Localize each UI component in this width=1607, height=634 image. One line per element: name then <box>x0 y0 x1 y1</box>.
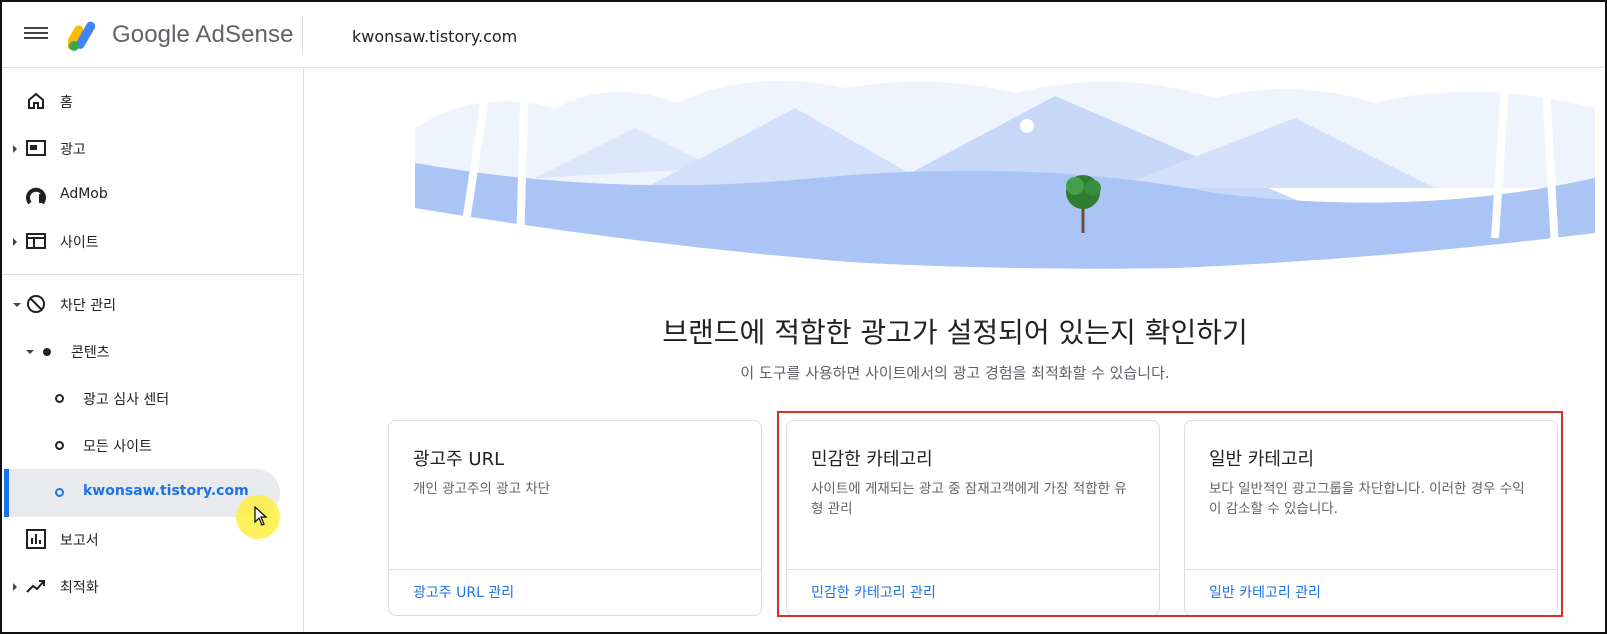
card-title: 광고주 URL <box>413 449 505 470</box>
top-bar: Google AdSense kwonsaw.tistory.com <box>2 2 1605 68</box>
sidebar-item-optimize[interactable]: 최적화 <box>2 563 302 609</box>
sidebar-item-label: 콘텐츠 <box>71 345 110 361</box>
sidebar-item-ad-review-center[interactable]: 광고 심사 센터 <box>2 375 302 421</box>
circle-icon <box>55 394 64 403</box>
sidebar-item-content[interactable]: 콘텐츠 <box>2 328 302 374</box>
manage-advertiser-url-link[interactable]: 광고주 URL 관리 <box>413 582 514 602</box>
sidebar-item-label: 광고 <box>60 142 86 158</box>
page-title: 브랜드에 적합한 광고가 설정되어 있는지 확인하기 <box>662 316 1248 349</box>
sidebar-item-label: 차단 관리 <box>60 298 116 314</box>
sidebar-item-label: 최적화 <box>60 580 99 596</box>
hero-illustration <box>415 68 1595 278</box>
circle-icon <box>55 441 64 450</box>
sidebar-item-label: 모든 사이트 <box>83 439 152 455</box>
collapse-arrow-icon[interactable] <box>26 350 34 354</box>
header-divider <box>302 16 303 54</box>
menu-icon[interactable] <box>24 24 48 44</box>
ads-icon <box>26 140 46 156</box>
sidebar-item-label: kwonsaw.tistory.com <box>83 483 249 499</box>
page-subtitle: 이 도구를 사용하면 사이트에서의 광고 경험을 최적화할 수 있습니다. <box>740 364 1170 382</box>
sites-icon <box>26 233 46 249</box>
annotation-highlight-box <box>777 411 1563 617</box>
sidebar-item-admob[interactable]: AdMob <box>2 172 302 218</box>
mouse-cursor-icon <box>254 506 268 526</box>
collapse-arrow-icon[interactable] <box>13 303 21 307</box>
sidebar-item-label: 광고 심사 센터 <box>83 392 170 408</box>
reports-icon <box>26 529 46 549</box>
expand-arrow-icon[interactable] <box>13 238 17 246</box>
sidebar-item-blocking[interactable]: 차단 관리 <box>2 281 302 327</box>
adsense-logo-icon <box>68 21 96 51</box>
sidebar: 홈 광고 AdMob 사이트 차단 관리 콘텐츠 광고 심사 센터 모든 사이트… <box>2 68 304 632</box>
app-window: Google AdSense kwonsaw.tistory.com 홈 광고 … <box>0 0 1607 634</box>
expand-arrow-icon[interactable] <box>13 145 17 153</box>
sidebar-item-label: 홈 <box>60 95 73 111</box>
card-description: 개인 광고주의 광고 차단 <box>413 481 551 497</box>
card-advertiser-url: 광고주 URL 개인 광고주의 광고 차단 광고주 URL 관리 <box>388 420 762 616</box>
sidebar-item-label: 사이트 <box>60 235 99 251</box>
sidebar-item-label: 보고서 <box>60 533 99 549</box>
card-divider <box>389 569 761 570</box>
site-selector[interactable]: kwonsaw.tistory.com <box>352 27 517 46</box>
sidebar-item-ads[interactable]: 광고 <box>2 125 302 171</box>
sidebar-item-sites[interactable]: 사이트 <box>2 218 302 264</box>
expand-arrow-icon[interactable] <box>13 583 17 591</box>
dot-icon <box>43 348 51 356</box>
sidebar-item-home[interactable]: 홈 <box>2 78 302 124</box>
circle-icon <box>55 488 64 497</box>
main-content: 브랜드에 적합한 광고가 설정되어 있는지 확인하기 이 도구를 사용하면 사이… <box>305 68 1605 632</box>
home-icon <box>28 92 44 109</box>
product-name: Google AdSense <box>112 21 294 48</box>
block-icon <box>27 295 45 313</box>
sidebar-divider <box>2 274 302 275</box>
admob-icon <box>26 187 46 205</box>
sidebar-item-label: AdMob <box>60 186 108 202</box>
optimize-icon <box>26 580 45 593</box>
sidebar-item-all-sites[interactable]: 모든 사이트 <box>2 422 302 468</box>
